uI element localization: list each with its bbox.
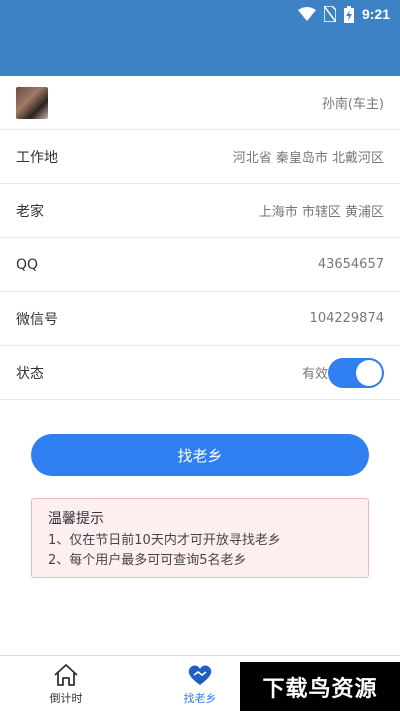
tab-countdown[interactable]: 倒计时: [11, 656, 121, 712]
profile-row-wechat[interactable]: 微信号 104229874: [0, 292, 400, 346]
app-header: 9:21: [0, 0, 400, 76]
notice-title: 温馨提示: [48, 511, 104, 527]
profile-row-status: 状态 有效: [0, 346, 400, 400]
notice-line: 2、每个用户最多可可查询5名老乡: [48, 553, 247, 568]
workplace-label: 工作地: [16, 149, 58, 166]
profile-list: 孙南(车主) 工作地 河北省 秦皇岛市 北戴河区 老家 上海市 市辖区 黄浦区 …: [0, 76, 400, 400]
status-toggle-group: 有效: [301, 357, 384, 388]
handshake-heart-icon: [188, 664, 212, 685]
status-bar: 9:21: [297, 4, 390, 24]
wechat-label: 微信号: [16, 311, 58, 328]
find-fellow-button[interactable]: 找老乡: [31, 434, 369, 476]
wechat-value: 104229874: [309, 311, 384, 326]
owner-name: 孙南(车主): [321, 97, 384, 112]
watermark: 下载鸟资源: [240, 662, 400, 711]
status-value: 有效: [301, 367, 328, 382]
wifi-icon: [297, 7, 316, 21]
avatar: [16, 86, 48, 119]
profile-row-workplace[interactable]: 工作地 河北省 秦皇岛市 北戴河区: [0, 130, 400, 184]
toggle-knob: [356, 359, 382, 386]
status-label: 状态: [16, 365, 44, 382]
status-time: 9:21: [361, 6, 390, 22]
profile-row-qq[interactable]: QQ 43654657: [0, 238, 400, 292]
qq-value: 43654657: [317, 257, 384, 272]
tab-find-fellow[interactable]: 找老乡: [145, 656, 255, 712]
profile-row-owner[interactable]: 孙南(车主): [0, 76, 400, 130]
hometown-value: 上海市 市辖区 黄浦区: [258, 205, 384, 220]
notice-box: 温馨提示 1、仅在节日前10天内才可开放寻找老乡 2、每个用户最多可可查询5名老…: [31, 498, 369, 578]
tab-label: 找老乡: [183, 691, 217, 705]
notice-line: 1、仅在节日前10天内才可开放寻找老乡: [48, 533, 281, 548]
battery-charging-icon: [343, 5, 354, 23]
profile-row-hometown[interactable]: 老家 上海市 市辖区 黄浦区: [0, 184, 400, 238]
hometown-label: 老家: [16, 203, 44, 220]
status-toggle[interactable]: [328, 357, 384, 388]
workplace-value: 河北省 秦皇岛市 北戴河区: [232, 151, 384, 166]
qq-label: QQ: [16, 256, 39, 273]
no-sim-icon: [323, 6, 336, 22]
tab-label: 倒计时: [49, 691, 83, 705]
home-icon: [54, 663, 78, 686]
